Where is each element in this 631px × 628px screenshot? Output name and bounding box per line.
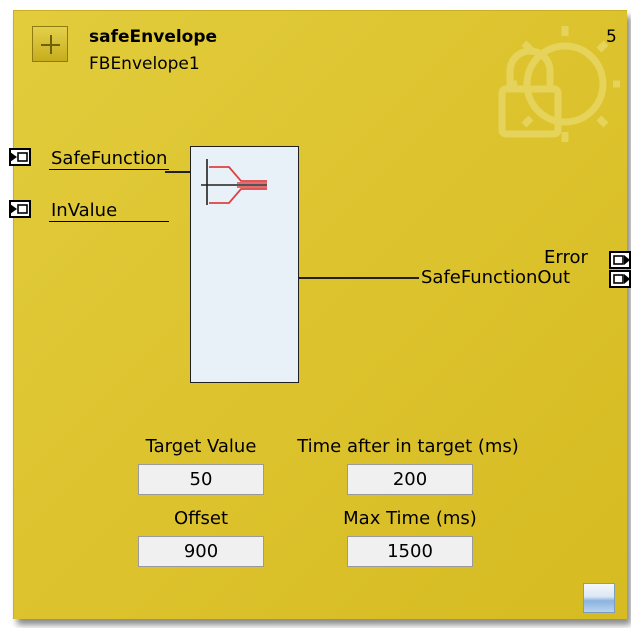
expand-button[interactable] — [32, 26, 68, 62]
block-instance-name[interactable]: FBEnvelope1 — [89, 54, 200, 74]
output-label-safefunctionout[interactable]: SafeFunctionOut — [421, 267, 570, 288]
output-label-error[interactable]: Error — [544, 247, 588, 268]
param-label-max-time: Max Time (ms) — [343, 508, 477, 529]
max-time-field[interactable]: 1500 — [347, 536, 473, 567]
offset-field[interactable]: 900 — [138, 536, 264, 567]
execution-order-number: 5 — [606, 27, 617, 47]
envelope-function-icon — [201, 159, 267, 205]
safety-lock-gear-icon — [498, 26, 620, 142]
target-value-field[interactable]: 50 — [138, 464, 264, 495]
time-after-in-target-field[interactable]: 200 — [347, 464, 473, 495]
input-label-invalue[interactable]: InValue — [49, 200, 169, 222]
input-pin-icon[interactable] — [7, 146, 33, 168]
output-pin-icon[interactable] — [607, 268, 631, 290]
resize-icon[interactable] — [583, 583, 615, 613]
input-wire-safefunction — [165, 171, 190, 173]
param-label-target-value: Target Value — [145, 436, 257, 457]
input-label-safefunction[interactable]: SafeFunction — [49, 148, 169, 170]
output-wire-safefunctionout — [299, 277, 419, 279]
param-label-time-after-in-target: Time after in target (ms) — [297, 436, 519, 457]
input-pin-icon[interactable] — [7, 198, 33, 220]
function-body[interactable] — [190, 146, 299, 383]
block-type-name: safeEnvelope — [89, 27, 218, 47]
param-label-offset: Offset — [173, 508, 229, 529]
